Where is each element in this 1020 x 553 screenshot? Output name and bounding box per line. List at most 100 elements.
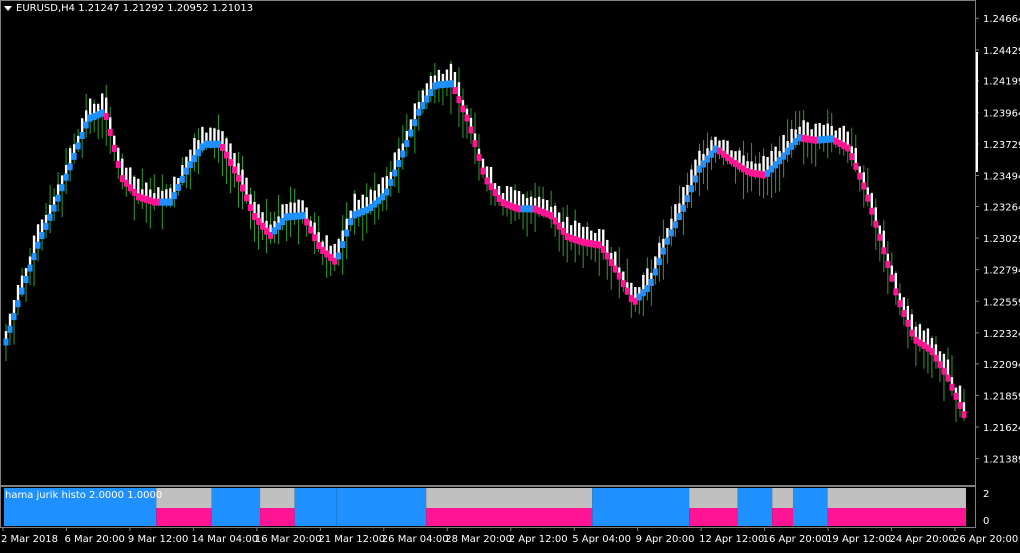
price-candle [565, 216, 569, 235]
price-candle [293, 202, 296, 213]
signal-segment [23, 276, 29, 284]
time-tick-label: 9 Apr 20:00 [636, 534, 695, 545]
signal-segment [392, 169, 398, 177]
sub-tick-label: 0 [983, 516, 989, 527]
price-candle [261, 212, 264, 224]
price-candle [577, 222, 581, 239]
price-candle [241, 169, 244, 186]
price-candle [730, 150, 733, 159]
price-candle [84, 110, 88, 122]
time-tick-label: 24 Apr 20:00 [890, 534, 955, 545]
price-candle [24, 268, 28, 277]
price-candle [718, 140, 721, 149]
signal-segment [652, 268, 658, 276]
price-candle [173, 176, 176, 193]
signal-segment [31, 253, 37, 261]
price-candle [850, 146, 853, 155]
signal-segment [865, 194, 871, 202]
signal-segment [115, 160, 121, 168]
price-candle [12, 299, 16, 314]
price-axis: 1.24664 1.24429 1.24199 1.23964 1.23729 1.234… [975, 14, 1020, 466]
price-candle [56, 184, 60, 195]
price-candle [425, 83, 429, 96]
signal-segment [183, 167, 189, 175]
signal-segment [384, 188, 390, 196]
price-candle [938, 351, 942, 363]
price-candle [285, 204, 288, 214]
price-candle [894, 273, 898, 290]
price-candle [738, 150, 741, 164]
histogram-bar-neutral [426, 488, 593, 508]
price-candle [734, 151, 737, 162]
price-candle [157, 187, 160, 200]
price-candle [349, 210, 352, 219]
price-candle [149, 189, 152, 199]
time-tick-label: 12 Apr 12:00 [699, 534, 764, 545]
histogram-bar-bear [689, 508, 738, 526]
price-candle [630, 282, 633, 297]
price-candle [513, 190, 517, 206]
price-candle [670, 218, 673, 230]
price-tick-label: 1.22794 [983, 266, 1020, 277]
price-candle [710, 140, 713, 151]
price-candle [822, 124, 825, 137]
price-candle [794, 129, 797, 138]
price-candle [221, 131, 224, 146]
signal-segment [336, 252, 342, 260]
price-candle [345, 218, 348, 230]
price-candle [129, 167, 132, 186]
price-candle [145, 182, 148, 197]
price-candle [449, 63, 453, 81]
price-candle [525, 198, 529, 206]
price-candle [537, 196, 541, 209]
price-candle [646, 268, 649, 286]
price-candle [650, 272, 653, 279]
price-candle [505, 186, 509, 202]
price-tick-label: 1.23264 [983, 202, 1020, 213]
price-candle [193, 138, 196, 156]
scroll-marker[interactable] [976, 52, 978, 172]
price-candle [28, 256, 32, 265]
price-tick-label: 1.22324 [983, 329, 1020, 340]
histogram-bar-bear [260, 508, 295, 526]
price-candle [301, 200, 304, 213]
price-tick-label: 1.21859 [983, 391, 1020, 402]
price-candle [20, 275, 24, 288]
price-candle [622, 271, 625, 282]
price-candle [105, 97, 108, 114]
price-candle [121, 158, 124, 177]
symbol-header-text: EURUSD,H4 1.21247 1.21292 1.20952 1.2101… [16, 3, 254, 14]
price-candle [854, 148, 857, 164]
price-candle [337, 238, 340, 253]
price-candle [698, 150, 701, 166]
histogram-bar-bull [592, 488, 690, 526]
signal-segment [239, 184, 245, 192]
price-candle [682, 187, 685, 205]
price-candle [385, 176, 388, 189]
price-chart[interactable]: 1.24664 1.24429 1.24199 1.23964 1.23729 1.234… [0, 0, 1020, 549]
price-candle [862, 172, 865, 184]
price-candle [76, 135, 80, 143]
price-candle [910, 314, 914, 331]
time-tick-label: 5 Apr 04:00 [572, 534, 631, 545]
signal-segment [107, 128, 113, 136]
price-candle [88, 98, 92, 115]
price-candle [529, 196, 533, 206]
signal-segment [11, 313, 17, 321]
signal-segment [612, 265, 618, 273]
signal-segment [684, 195, 690, 203]
dropdown-triangle-icon[interactable] [4, 5, 12, 11]
price-candle [521, 194, 525, 206]
price-candle [253, 201, 256, 215]
price-candle [229, 143, 232, 161]
price-candle [594, 232, 597, 242]
price-candle [858, 166, 861, 174]
price-tick-label: 1.23964 [983, 108, 1020, 119]
price-candle [573, 220, 577, 238]
signal-segment [19, 287, 25, 295]
price-candle [902, 297, 906, 311]
price-candle [766, 156, 769, 170]
price-candle [602, 229, 605, 247]
histogram-bar-bull [294, 488, 337, 526]
price-tick-label: 1.24199 [983, 77, 1020, 88]
